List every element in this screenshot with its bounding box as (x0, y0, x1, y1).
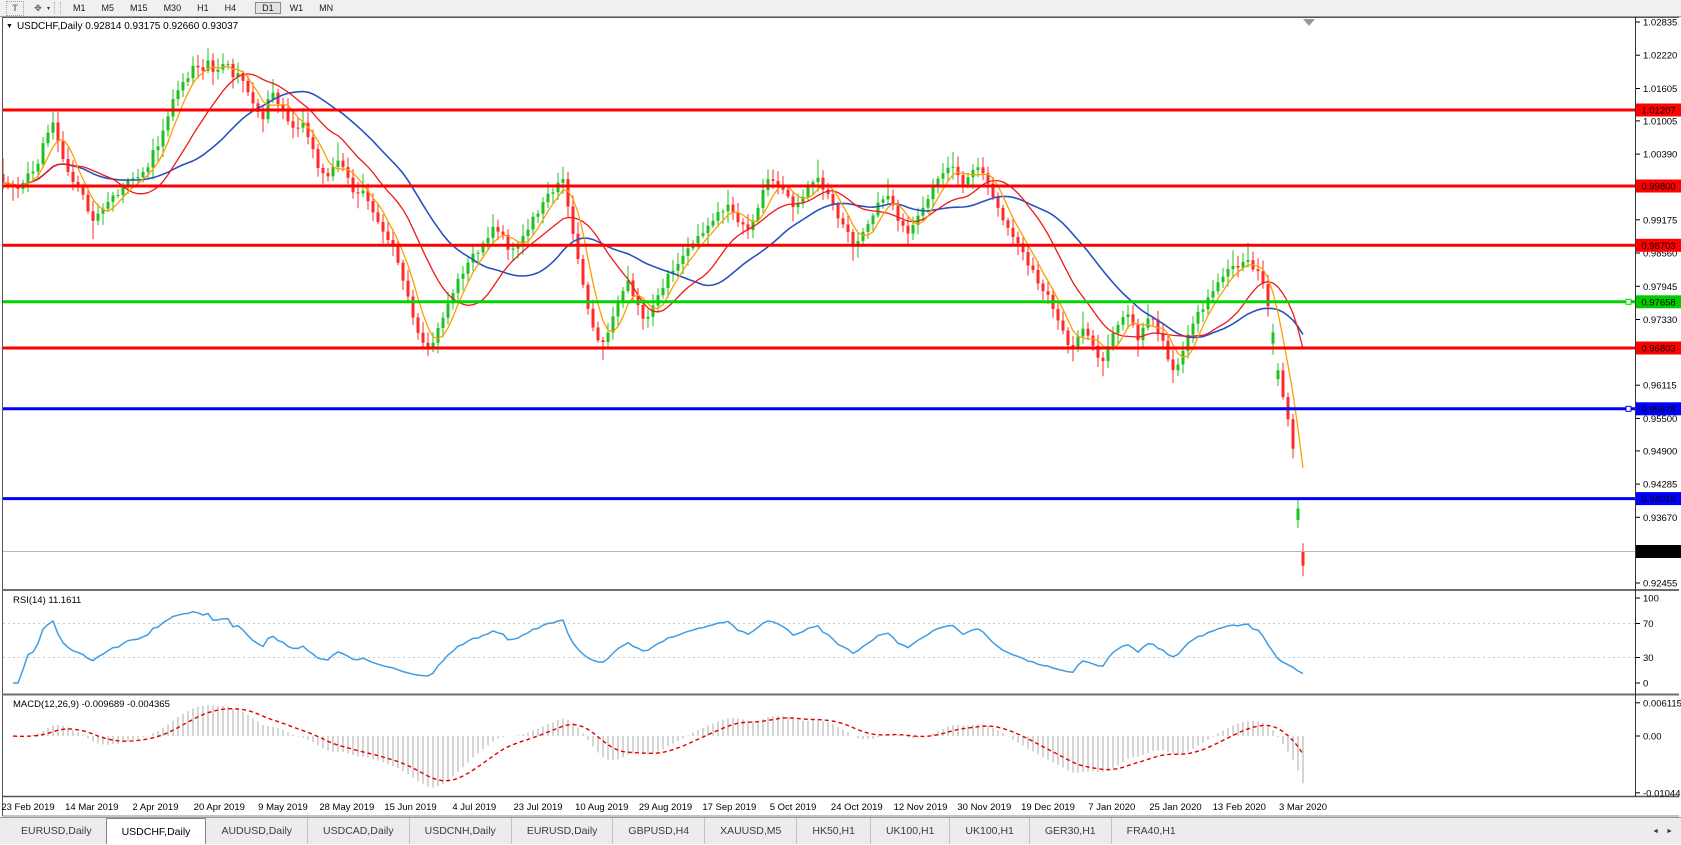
date-axis: 23 Feb 2019 14 Mar 2019 2 Apr 2019 20 Apr 2… (1, 802, 1327, 813)
date-axis-label[interactable]: 15 Jun 2019 (384, 802, 436, 813)
price-axis-tick: 0.94900 (1643, 446, 1677, 457)
price-chip-text: 1.01207 (1641, 106, 1675, 117)
symbol-tab-usdchf-daily[interactable]: USDCHF,Daily (106, 818, 207, 844)
symbol-tabs: EURUSD,DailyUSDCHF,DailyAUDUSD,DailyUSDC… (6, 818, 1191, 844)
symbol-tab-bar: EURUSD,DailyUSDCHF,DailyAUDUSD,DailyUSDC… (0, 817, 1681, 844)
price-axis-tick: 1.02220 (1643, 51, 1677, 62)
price-axis-tick: 0.95500 (1643, 414, 1677, 425)
timeframe-button-mn[interactable]: MN (312, 2, 340, 14)
macd-axis-tick: 0.00 (1643, 732, 1662, 743)
symbol-tab-usdcad-daily[interactable]: USDCAD,Daily (307, 818, 409, 844)
symbol-tab-ger30-h1[interactable]: GER30,H1 (1029, 818, 1111, 844)
timeframe-button-group: M1M5M15M30H1H4 D1W1MN (65, 2, 341, 15)
symbol-tab-gbpusd-h4[interactable]: GBPUSD,H4 (612, 818, 704, 844)
line-handle[interactable] (1626, 299, 1631, 304)
line-handle[interactable] (1626, 406, 1631, 411)
rsi-axis-tick: 70 (1643, 619, 1654, 630)
date-axis-label[interactable]: 24 Oct 2019 (831, 802, 883, 813)
date-axis-label[interactable]: 17 Sep 2019 (702, 802, 756, 813)
price-axis-tick: 0.92455 (1643, 579, 1677, 590)
price-chip-text: 0.99800 (1641, 182, 1675, 193)
price-chip-text: 0.93037 (1641, 547, 1675, 558)
price-axis-tick: 0.96115 (1643, 381, 1677, 392)
date-axis-label[interactable]: 3 Mar 2020 (1279, 802, 1327, 813)
symbol-tab-usdcnh-daily[interactable]: USDCNH,Daily (409, 818, 511, 844)
symbol-tab-eurusd-daily[interactable]: EURUSD,Daily (511, 818, 613, 844)
date-axis-label[interactable]: 23 Feb 2019 (1, 802, 54, 813)
macd-axis-tick: -0.010441 (1643, 788, 1681, 799)
date-axis-label[interactable]: 23 Jul 2019 (513, 802, 562, 813)
date-axis-label[interactable]: 30 Nov 2019 (957, 802, 1011, 813)
price-axis-tick: 0.99175 (1643, 215, 1677, 226)
symbol-tab-uk100-h1[interactable]: UK100,H1 (870, 818, 949, 844)
cursor-tool-dropdown-icon[interactable]: ▾ (47, 5, 50, 12)
price-axis-tick: 0.94285 (1643, 480, 1677, 491)
timeframe-button-m1[interactable]: M1 (66, 2, 93, 14)
collapse-triangle-icon[interactable]: ▼ (6, 23, 13, 30)
date-axis-label[interactable]: 29 Aug 2019 (639, 802, 692, 813)
rsi-axis-tick: 30 (1643, 653, 1654, 664)
price-axis-tick: 0.97330 (1643, 315, 1677, 326)
price-chip-text: 0.94016 (1641, 494, 1675, 505)
macd-indicator-label: MACD(12,26,9) -0.009689 -0.004365 (13, 699, 170, 710)
price-chip-text: 0.98703 (1641, 241, 1675, 252)
date-axis-label[interactable]: 9 May 2019 (258, 802, 308, 813)
price-chip-text: 0.96803 (1641, 344, 1675, 355)
timeframe-button-m15[interactable]: M15 (123, 2, 155, 14)
timeframe-button-w1[interactable]: W1 (283, 2, 311, 14)
timeframe-button-d1[interactable]: D1 (255, 2, 281, 14)
top-toolbar: T ✥ ▾ M1M5M15M30H1H4 D1W1MN (0, 0, 1681, 17)
toolbar-separator (54, 2, 61, 14)
date-axis-label[interactable]: 7 Jan 2020 (1088, 802, 1135, 813)
symbol-tab-eurusd-daily[interactable]: EURUSD,Daily (6, 818, 107, 844)
date-axis-label[interactable]: 12 Nov 2019 (894, 802, 948, 813)
tab-scroll-arrows: ◄ ► (1645, 818, 1673, 845)
timeframe-button-m5[interactable]: M5 (95, 2, 122, 14)
date-axis-label[interactable]: 10 Aug 2019 (575, 802, 628, 813)
timeframe-button-m30[interactable]: M30 (157, 2, 189, 14)
symbol-tab-fra40-h1[interactable]: FRA40,H1 (1111, 818, 1191, 844)
tab-scroll-left-icon[interactable]: ◄ (1652, 828, 1659, 835)
symbol-tab-uk100-h1[interactable]: UK100,H1 (949, 818, 1028, 844)
date-axis-label[interactable]: 2 Apr 2019 (133, 802, 179, 813)
date-axis-label[interactable]: 5 Oct 2019 (770, 802, 816, 813)
timeframe-button-h4[interactable]: H4 (218, 2, 244, 14)
date-axis-label[interactable]: 4 Jul 2019 (452, 802, 496, 813)
date-axis-label[interactable]: 19 Dec 2019 (1021, 802, 1075, 813)
rsi-axis-tick: 0 (1643, 679, 1648, 690)
chart-title: ▼USDCHF,Daily 0.92814 0.93175 0.92660 0.… (6, 21, 238, 32)
price-axis-tick: 1.01605 (1643, 84, 1677, 95)
text-tool-icon[interactable]: T (6, 1, 24, 16)
price-axis-tick: 1.00390 (1643, 150, 1677, 161)
price-axis-tick: 0.97945 (1643, 282, 1677, 293)
chart-canvas[interactable]: 1.02835 1.02220 1.01605 1.01005 1.00390 0.991… (0, 17, 1681, 817)
timeframe-button-h1[interactable]: H1 (190, 2, 216, 14)
cursor-tool-icon[interactable]: ✥ (30, 2, 46, 15)
chart-background (0, 17, 1681, 817)
rsi-indicator-label: RSI(14) 11.1611 (13, 595, 81, 606)
price-axis-tick: 0.93670 (1643, 513, 1677, 524)
symbol-tab-xauusd-m5[interactable]: XAUUSD,M5 (704, 818, 796, 844)
macd-axis-tick: 0.006115 (1643, 698, 1681, 709)
symbol-tab-audusd-daily[interactable]: AUDUSD,Daily (206, 818, 307, 844)
symbol-tab-hk50-h1[interactable]: HK50,H1 (796, 818, 870, 844)
tab-scroll-right-icon[interactable]: ► (1666, 828, 1673, 835)
date-axis-label[interactable]: 14 Mar 2019 (65, 802, 118, 813)
price-axis-tick: 1.01005 (1643, 116, 1677, 127)
price-chip-text: 0.97658 (1641, 297, 1675, 308)
chart-window[interactable]: 1.02835 1.02220 1.01605 1.01005 1.00390 0.991… (0, 17, 1681, 817)
rsi-axis-tick: 100 (1643, 594, 1659, 605)
date-axis-label[interactable]: 13 Feb 2020 (1213, 802, 1266, 813)
price-chip-text: 0.95678 (1641, 404, 1675, 415)
date-axis-label[interactable]: 28 May 2019 (319, 802, 374, 813)
date-axis-label[interactable]: 25 Jan 2020 (1149, 802, 1201, 813)
price-axis-tick: 1.02835 (1643, 18, 1677, 29)
date-axis-label[interactable]: 20 Apr 2019 (194, 802, 245, 813)
